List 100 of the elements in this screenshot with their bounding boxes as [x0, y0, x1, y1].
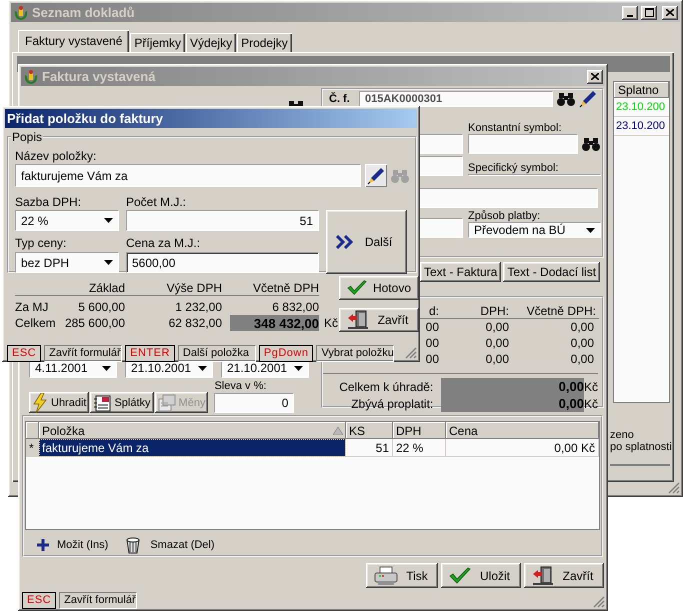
column-header[interactable]: Cena	[446, 422, 599, 439]
field-label: Specifický symbol:	[468, 162, 560, 174]
close-icon	[591, 73, 599, 80]
column-header[interactable]: Položka	[39, 422, 346, 439]
column-header[interactable]: DPH	[393, 422, 446, 439]
table-cell[interactable]: 22 %	[393, 439, 446, 457]
pen-icon	[367, 166, 385, 184]
table-cell[interactable]: fakturujeme Vám za	[39, 439, 346, 457]
edit-button[interactable]	[365, 164, 387, 187]
binoculars-icon	[391, 168, 409, 182]
maximize-icon	[644, 8, 654, 17]
toolbar-button[interactable]: Uhradit	[29, 392, 90, 413]
column-header	[26, 422, 39, 439]
dropdown-arrow-icon	[294, 366, 303, 370]
action-button[interactable]: Tisk	[366, 563, 438, 588]
sort-arrow-icon	[333, 426, 343, 434]
dropdown[interactable]: 22 %	[15, 210, 119, 231]
table-cell: 00	[426, 335, 439, 351]
total-label: Celkem k úhradě:	[338, 380, 434, 394]
app-icon	[13, 4, 29, 20]
input-field[interactable]: 015AK0000301	[359, 90, 553, 106]
binoculars-icon	[582, 137, 600, 151]
next-button[interactable]: Další	[326, 210, 407, 274]
currency-label: Kč	[584, 396, 598, 410]
trash-icon	[124, 536, 142, 554]
dropdown[interactable]: Převodem na BÚ	[468, 222, 601, 238]
table-cell[interactable]: 0,00 Kč	[446, 439, 599, 457]
resize-grip-icon[interactable]	[593, 596, 605, 608]
input-field[interactable]	[468, 134, 578, 154]
field-label: Konstantní symbol:	[468, 122, 563, 134]
table-cell-text: 62 832,00	[168, 315, 222, 331]
text-button[interactable]: Text - Dodací list	[503, 262, 600, 282]
total-value: 0,00	[441, 378, 584, 395]
shortcut-key: ENTER	[125, 344, 175, 362]
tab[interactable]: Příjemky	[130, 33, 186, 52]
action-button[interactable]: Hotovo	[339, 276, 419, 300]
input-field[interactable]: 51	[126, 210, 319, 231]
table-cell[interactable]: 23.10.200	[614, 117, 669, 136]
binoculars-icon	[557, 92, 575, 106]
field-label: Cena za M.J.:	[126, 235, 202, 251]
tab[interactable]: Výdejky	[186, 33, 236, 52]
shortcut-label: Zavřít formulář	[59, 592, 138, 608]
tab[interactable]: Prodejky	[237, 33, 292, 52]
toolbar-button[interactable]: Splátky	[90, 392, 154, 413]
field-label: Sleva v %:	[214, 380, 268, 392]
row-label: Za MJ	[15, 299, 50, 315]
double-chevron-icon	[336, 235, 354, 249]
dropdown-arrow-icon	[104, 218, 113, 223]
column-header[interactable]: KS	[346, 422, 393, 439]
row-label: Celkem	[15, 315, 55, 331]
column-header: Včetně DPH	[222, 279, 319, 296]
input-field[interactable]: 0	[214, 393, 294, 413]
toolbar-button[interactable]: Možit (Ins)	[37, 536, 108, 554]
check-icon	[449, 566, 471, 584]
action-button[interactable]: Zavřít	[339, 308, 419, 332]
toolbar-button[interactable]: Smazat (Del)	[124, 536, 215, 554]
input-field[interactable]: fakturujeme Vám za	[15, 164, 361, 187]
field-label: Sazba DPH:	[15, 194, 82, 210]
table-cell-text: 6 832,00	[271, 299, 319, 315]
column-header: Včetně DPH:	[509, 304, 599, 319]
table-cell: 00	[426, 319, 439, 335]
resize-grip-icon[interactable]	[668, 482, 680, 494]
action-button[interactable]: Zavřít	[524, 563, 604, 588]
shortcut-key: ESC	[22, 592, 56, 608]
text-button[interactable]: Text - Faktura	[420, 262, 502, 282]
table-cell-text: 0,00	[570, 319, 595, 335]
minimize-button[interactable]	[622, 6, 638, 20]
total-value: 0,00	[441, 395, 584, 412]
maximize-button[interactable]	[641, 6, 657, 20]
column-header[interactable]: Splatno	[614, 82, 669, 98]
column-header: Výše DPH	[125, 279, 222, 296]
action-button[interactable]: Uložit	[441, 563, 521, 588]
printer-icon	[374, 566, 398, 586]
tab[interactable]: Faktury vystavené	[18, 30, 130, 52]
table-cell-text: 0,00	[484, 319, 509, 335]
input-field[interactable]: 5600,00	[126, 252, 319, 273]
close-button[interactable]	[587, 70, 603, 84]
field-label: Způsob platby:	[468, 210, 542, 222]
close-button[interactable]	[662, 6, 678, 20]
window-title: Seznam dokladů	[32, 5, 136, 20]
table-cell[interactable]: 51	[346, 439, 393, 457]
currency-label: Kč	[584, 380, 598, 394]
table-cell-text: 0,00	[484, 351, 509, 367]
row-marker: *	[26, 439, 39, 457]
table-cell-text: 0,00	[570, 351, 595, 367]
field-label: Typ ceny:	[15, 235, 68, 251]
resize-grip-icon[interactable]	[405, 347, 417, 359]
shortcut-key: PgDown	[258, 344, 314, 362]
exit-door-icon	[347, 310, 369, 330]
table-cell-text: 0,00	[570, 335, 595, 351]
field-label: Název položky:	[15, 148, 98, 164]
table-cell-text: 285 600,00	[64, 315, 125, 331]
field-label: Počet M.J.:	[126, 194, 188, 210]
table-cell-text: 5 600,00	[77, 299, 125, 315]
column-header: Základ	[55, 279, 125, 296]
shortcut-key: ESC	[7, 344, 42, 362]
close-icon	[666, 9, 674, 16]
dropdown[interactable]: bez DPH	[15, 252, 119, 273]
dropdown-arrow-icon	[102, 366, 111, 370]
app-icon	[23, 68, 39, 84]
